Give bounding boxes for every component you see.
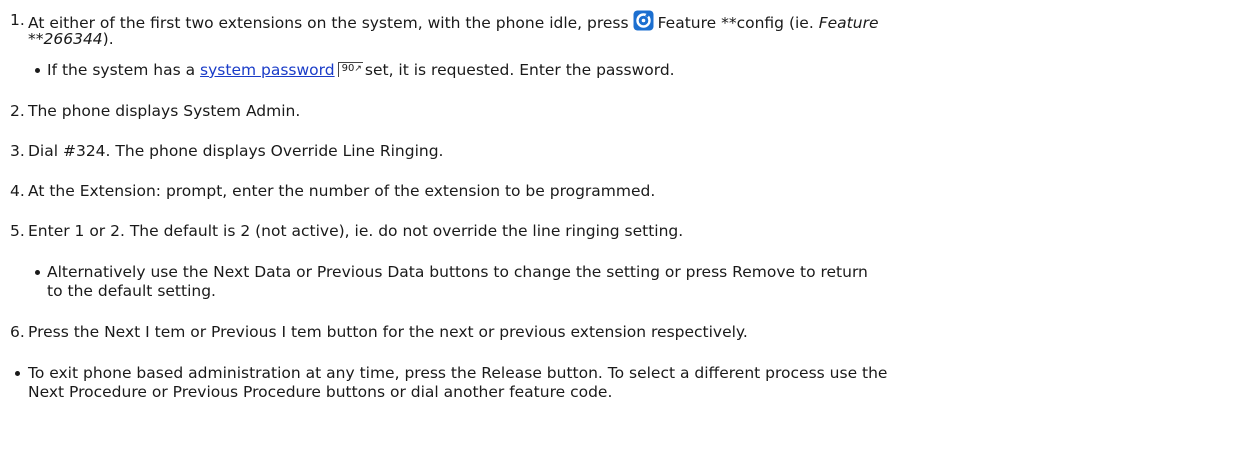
step-2-number: 2. <box>10 102 25 120</box>
step-3-text: Dial #324. The phone displays Override L… <box>28 142 444 160</box>
page-reference-number: 90 <box>341 63 355 74</box>
page-reference-box[interactable]: 90↗ <box>337 62 363 77</box>
step-5-text: Enter 1 or 2. The default is 2 (not acti… <box>28 222 684 240</box>
document-page: 1. At either of the first two extensions… <box>0 0 1259 466</box>
step-1-close: ). <box>102 30 114 48</box>
step-1-example-code: **266344 <box>28 30 103 48</box>
step-4-number: 4. <box>10 182 25 200</box>
note-line-1: To exit phone based administration at an… <box>28 364 888 382</box>
step-2-text: The phone displays System Admin. <box>28 102 301 120</box>
step-5-bullet-line-1: Alternatively use the Next Data or Previ… <box>47 263 868 281</box>
bullet-text-end: set, it is requested. Enter the password… <box>364 61 675 79</box>
step-5-number: 5. <box>10 222 25 240</box>
system-password-link[interactable]: system password <box>200 61 335 79</box>
step-6-number: 6. <box>10 323 25 341</box>
step-1-feature-text: Feature **config (ie. <box>657 14 814 32</box>
step-1-line-1: At either of the first two extensions on… <box>28 10 878 33</box>
step-5-bullet-line-2: to the default setting. <box>47 282 216 300</box>
page-ref-arrow-icon: ↗ <box>354 64 362 74</box>
step-1-number: 1. <box>10 11 25 29</box>
bullet-marker <box>35 270 40 275</box>
step-1-bullet: If the system has a system password 90↗ se… <box>47 60 675 80</box>
bullet-text: If the system has a <box>47 61 196 79</box>
note-line-2: Next Procedure or Previous Procedure but… <box>28 383 613 401</box>
step-6-text: Press the Next I tem or Previous I tem b… <box>28 323 748 341</box>
step-1-text: At either of the first two extensions on… <box>28 14 629 32</box>
step-3-number: 3. <box>10 142 25 160</box>
feature-button-icon <box>633 10 654 31</box>
bullet-marker <box>35 68 40 73</box>
step-1-example-italic: Feature <box>818 14 879 32</box>
bullet-marker <box>15 371 20 376</box>
step-1-line-2: **266344). <box>28 29 114 49</box>
step-4-text: At the Extension: prompt, enter the numb… <box>28 182 656 200</box>
